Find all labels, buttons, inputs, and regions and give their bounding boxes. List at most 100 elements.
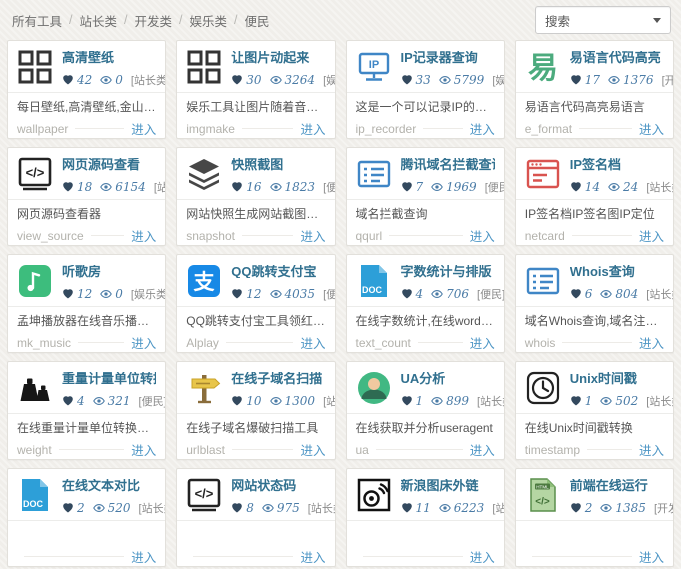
tool-card-footer: Alplay 进入 — [177, 330, 334, 352]
enter-link[interactable]: 进入 — [300, 119, 325, 138]
tool-description: 在线重量计量单位转换工具 — [17, 421, 162, 435]
breadcrumb-item[interactable]: 开发类 — [135, 11, 173, 30]
tool-title-link[interactable]: Whois查询 — [570, 265, 664, 278]
enter-link[interactable]: 进入 — [639, 440, 664, 459]
breadcrumb-item[interactable]: 所有工具 — [12, 11, 62, 30]
tool-title-link[interactable]: 字数统计与排版 — [401, 265, 495, 278]
category-tag[interactable]: [便民] — [323, 179, 334, 195]
category-tag[interactable]: [开发类] — [654, 500, 673, 516]
enter-link[interactable]: 进入 — [300, 440, 325, 459]
heart-icon — [231, 74, 243, 86]
category-tag[interactable]: [开发类] — [662, 72, 673, 88]
tool-title-link[interactable]: 快照截图 — [231, 158, 325, 171]
breadcrumb-item[interactable]: 站长类 — [80, 11, 118, 30]
category-tag[interactable]: [站长类] — [492, 500, 503, 516]
enter-link[interactable]: 进入 — [470, 226, 495, 245]
enter-link[interactable]: 进入 — [639, 333, 664, 352]
tool-title-link[interactable]: 易语言代码高亮 — [570, 51, 664, 64]
enter-link[interactable]: 进入 — [470, 440, 495, 459]
category-tag[interactable]: [便民] — [485, 179, 504, 195]
svg-text:</>: </> — [26, 165, 45, 180]
tool-title-link[interactable]: UA分析 — [401, 372, 495, 385]
category-tag[interactable]: [站长类] — [308, 500, 335, 516]
tool-card-footer: e_format 进入 — [516, 116, 673, 138]
tool-title-link[interactable]: IP签名档 — [570, 158, 664, 171]
divider — [579, 128, 632, 129]
eye-icon — [438, 502, 451, 514]
likes-count: 18 — [77, 180, 93, 194]
breadcrumb-item[interactable]: 便民 — [245, 11, 270, 30]
tool-title-link[interactable]: 腾讯域名拦截查询 — [401, 158, 495, 171]
category-tag[interactable]: [便民] — [477, 286, 504, 302]
tool-stats: 2 520 [站长类] — [62, 500, 165, 516]
enter-link[interactable]: 进入 — [131, 333, 156, 352]
enter-link[interactable]: 进入 — [639, 547, 664, 566]
enter-link[interactable]: 进入 — [300, 333, 325, 352]
enter-link[interactable]: 进入 — [131, 226, 156, 245]
views-count: 804 — [615, 287, 639, 301]
code-icon: </> — [186, 477, 222, 513]
tool-title-link[interactable]: 网页源码查看 — [62, 158, 156, 171]
tool-title-link[interactable]: 新浪图床外链 — [401, 479, 495, 492]
category-tag[interactable]: [站长类] — [139, 500, 166, 516]
tool-title-link[interactable]: 前端在线运行 — [570, 479, 664, 492]
eye-icon — [92, 395, 105, 407]
tool-title-link[interactable]: IP记录器查询 — [401, 51, 495, 64]
category-tag[interactable]: [娱乐类] — [131, 286, 165, 302]
heart-icon — [231, 181, 243, 193]
tool-title-link[interactable]: 在线文本对比 — [62, 479, 156, 492]
enter-link[interactable]: 进入 — [639, 119, 664, 138]
tool-title-link[interactable]: 让图片动起来 — [231, 51, 325, 64]
tool-slug: ua — [355, 442, 369, 457]
list-card-icon — [525, 263, 561, 299]
divider — [90, 235, 125, 236]
breadcrumb-item[interactable]: 娱乐类 — [190, 11, 228, 30]
tool-slug: ip_recorder — [355, 121, 417, 136]
category-tag[interactable]: [娱乐类] — [492, 72, 503, 88]
tool-title-link[interactable]: 网站状态码 — [231, 479, 325, 492]
search-select[interactable]: 搜索 — [535, 6, 671, 34]
enter-link[interactable]: 进入 — [131, 440, 156, 459]
tool-description: 域名Whois查询,域名注册人信息查询 — [524, 314, 673, 328]
enter-link[interactable]: 进入 — [300, 547, 325, 566]
enter-link[interactable]: 进入 — [131, 119, 156, 138]
category-tag[interactable]: [站长类] — [477, 393, 504, 409]
enter-link[interactable]: 进入 — [300, 226, 325, 245]
tool-description: 域名拦截查询 — [355, 207, 428, 221]
category-tag[interactable]: [站长类] — [646, 179, 673, 195]
category-tag[interactable]: [便民] — [323, 286, 334, 302]
category-tag[interactable]: [站长类] — [646, 286, 673, 302]
category-tag[interactable]: [便民] — [139, 393, 166, 409]
tool-slug: view_source — [17, 228, 84, 243]
tool-card-footer: 进入 — [347, 544, 504, 566]
enter-link[interactable]: 进入 — [470, 547, 495, 566]
tool-title-link[interactable]: QQ跳转支付宝 — [231, 265, 325, 278]
tool-card-header: IP IP记录器查询 33 5799 [娱乐类] — [346, 41, 504, 93]
views-count: 1300 — [284, 394, 316, 408]
enter-link[interactable]: 进入 — [470, 119, 495, 138]
category-tag[interactable]: [娱乐类] — [323, 72, 334, 88]
tool-title-link[interactable]: 高清壁纸 — [62, 51, 156, 64]
tool-slug: urlblast — [186, 442, 225, 457]
views-count: 706 — [446, 287, 470, 301]
enter-link[interactable]: 进入 — [639, 226, 664, 245]
tool-title-link[interactable]: Unix时间戳 — [570, 372, 664, 385]
category-tag[interactable]: [站长类] — [323, 393, 334, 409]
tool-card-footer: whois 进入 — [516, 330, 673, 352]
tool-title-link[interactable]: 重量计量单位转换 — [62, 372, 156, 385]
category-tag[interactable]: [站长类] — [646, 393, 673, 409]
tool-stats: 30 3264 [娱乐类] — [231, 72, 334, 88]
tool-description: 网页源码查看器 — [17, 207, 102, 221]
views-count: 4035 — [284, 287, 316, 301]
tool-title-link[interactable]: 在线子域名扫描 — [231, 372, 325, 385]
divider — [389, 235, 463, 236]
divider — [58, 449, 125, 450]
enter-link[interactable]: 进入 — [470, 333, 495, 352]
tool-card: 听歌房 12 0 [娱乐类] 孟坤播放器在线音乐播放器MKOnlineP... … — [7, 254, 167, 353]
category-tag[interactable]: [站长类] — [154, 179, 165, 195]
yi-char-icon: 易 — [525, 49, 561, 85]
category-tag[interactable]: [站长类] — [131, 72, 165, 88]
tool-title-link[interactable]: 听歌房 — [62, 265, 156, 278]
eye-icon — [431, 288, 444, 300]
enter-link[interactable]: 进入 — [131, 547, 156, 566]
